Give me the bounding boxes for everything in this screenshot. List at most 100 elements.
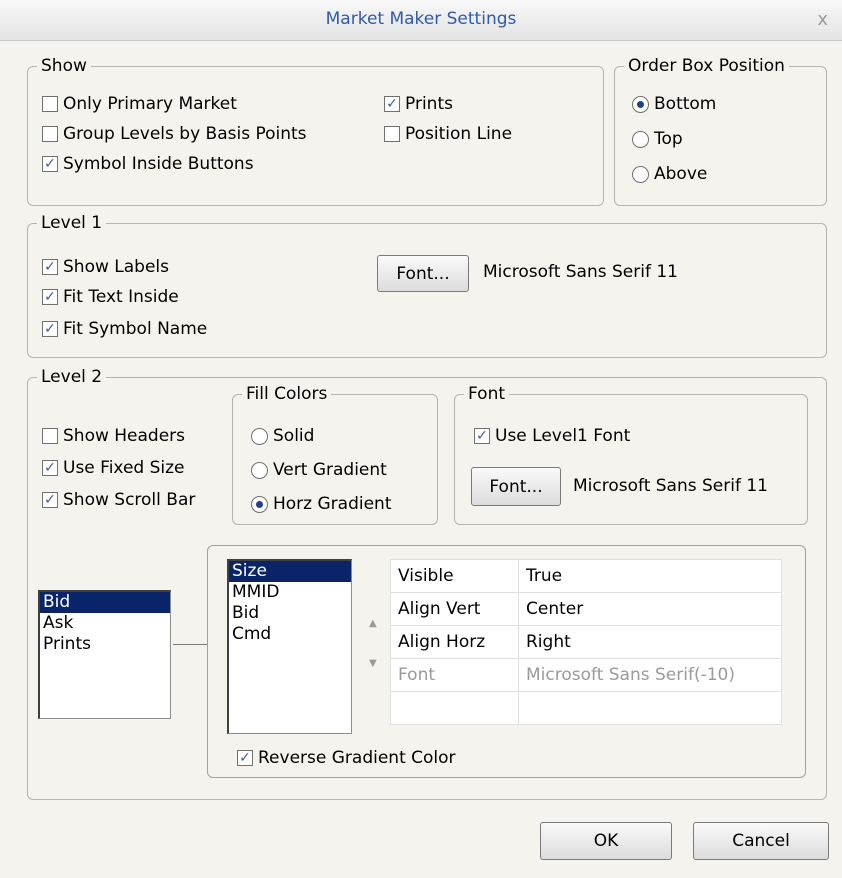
list-item[interactable]: MMID bbox=[229, 582, 351, 603]
property-value[interactable] bbox=[518, 691, 782, 725]
radio-circle[interactable] bbox=[632, 130, 649, 148]
property-grid: Visible True Align Vert Center Align Hor… bbox=[390, 559, 782, 725]
checkbox-box[interactable] bbox=[42, 428, 58, 444]
cancel-button[interactable]: Cancel bbox=[693, 822, 829, 860]
property-value[interactable]: Right bbox=[518, 625, 782, 659]
radio-circle[interactable] bbox=[251, 495, 268, 513]
symbol-inside-buttons-label: Symbol Inside Buttons bbox=[63, 154, 254, 174]
show-labels-checkbox[interactable]: ✓ Show Labels bbox=[42, 255, 169, 279]
checkbox-box[interactable]: ✓ bbox=[42, 460, 58, 476]
level2-font-button[interactable]: Font... bbox=[471, 467, 561, 506]
cancel-button-label: Cancel bbox=[732, 831, 790, 851]
dialog-window: Market Maker Settings x Show Only Primar… bbox=[0, 0, 842, 878]
property-value[interactable]: Microsoft Sans Serif(-10) bbox=[518, 658, 782, 692]
level2-legend: Level 2 bbox=[41, 367, 103, 387]
radio-circle[interactable] bbox=[632, 95, 649, 113]
checkbox-box[interactable]: ✓ bbox=[237, 750, 253, 766]
fill-vert-gradient-radio[interactable]: Vert Gradient bbox=[251, 458, 387, 482]
checkbox-box[interactable]: ✓ bbox=[42, 321, 58, 337]
use-level1-font-label: Use Level1 Font bbox=[495, 426, 631, 446]
fill-horz-gradient-label: Horz Gradient bbox=[273, 494, 392, 514]
checkbox-box[interactable]: ✓ bbox=[42, 259, 58, 275]
property-row[interactable]: Align Horz Right bbox=[390, 625, 782, 659]
checkbox-box[interactable]: ✓ bbox=[384, 96, 400, 112]
position-line-checkbox[interactable]: Position Line bbox=[384, 122, 512, 146]
symbol-inside-buttons-checkbox[interactable]: ✓ Symbol Inside Buttons bbox=[42, 152, 254, 176]
connector-line bbox=[173, 644, 207, 645]
property-key: Align Horz bbox=[390, 625, 519, 659]
checkbox-box[interactable] bbox=[42, 126, 58, 142]
side-listbox[interactable]: Bid Ask Prints bbox=[38, 590, 171, 719]
order-box-position-legend: Order Box Position bbox=[628, 56, 785, 76]
order-box-top-radio[interactable]: Top bbox=[632, 127, 683, 151]
close-icon[interactable]: x bbox=[817, 9, 828, 30]
property-row[interactable]: Font Microsoft Sans Serif(-10) bbox=[390, 658, 782, 692]
window-title: Market Maker Settings bbox=[325, 9, 517, 29]
only-primary-market-label: Only Primary Market bbox=[63, 94, 237, 114]
radio-circle[interactable] bbox=[251, 427, 268, 445]
level1-legend: Level 1 bbox=[41, 213, 103, 233]
prints-label: Prints bbox=[405, 94, 453, 114]
move-down-arrow-icon[interactable]: ▼ bbox=[369, 658, 377, 669]
list-item[interactable]: Bid bbox=[229, 603, 351, 624]
order-box-above-radio[interactable]: Above bbox=[632, 162, 707, 186]
order-box-above-label: Above bbox=[654, 164, 708, 184]
move-up-arrow-icon[interactable]: ▲ bbox=[369, 618, 377, 629]
level1-font-button[interactable]: Font... bbox=[377, 255, 469, 292]
order-box-bottom-label: Bottom bbox=[654, 94, 717, 114]
list-item[interactable]: Size bbox=[229, 561, 351, 582]
fit-text-inside-checkbox[interactable]: ✓ Fit Text Inside bbox=[42, 285, 179, 309]
position-line-label: Position Line bbox=[405, 124, 513, 144]
show-scroll-bar-checkbox[interactable]: ✓ Show Scroll Bar bbox=[42, 488, 195, 512]
level2-font-value: Microsoft Sans Serif 11 bbox=[573, 476, 768, 496]
property-key: Font bbox=[390, 658, 519, 692]
fill-solid-radio[interactable]: Solid bbox=[251, 424, 314, 448]
property-row[interactable]: Align Vert Center bbox=[390, 592, 782, 626]
use-fixed-size-checkbox[interactable]: ✓ Use Fixed Size bbox=[42, 456, 185, 480]
group-levels-checkbox[interactable]: Group Levels by Basis Points bbox=[42, 122, 307, 146]
prints-checkbox[interactable]: ✓ Prints bbox=[384, 92, 453, 116]
reverse-gradient-checkbox[interactable]: ✓ Reverse Gradient Color bbox=[237, 746, 456, 770]
fit-symbol-name-label: Fit Symbol Name bbox=[63, 319, 208, 339]
checkbox-box[interactable]: ✓ bbox=[474, 428, 490, 444]
level1-font-value: Microsoft Sans Serif 11 bbox=[483, 262, 678, 282]
level2-font-legend: Font bbox=[468, 384, 506, 404]
use-level1-font-checkbox[interactable]: ✓ Use Level1 Font bbox=[474, 424, 630, 448]
checkbox-box[interactable] bbox=[384, 126, 400, 142]
property-key: Align Vert bbox=[390, 592, 519, 626]
checkbox-box[interactable]: ✓ bbox=[42, 289, 58, 305]
fill-solid-label: Solid bbox=[273, 426, 315, 446]
column-listbox[interactable]: Size MMID Bid Cmd bbox=[227, 559, 352, 734]
show-headers-label: Show Headers bbox=[63, 426, 186, 446]
property-row[interactable] bbox=[390, 691, 782, 725]
only-primary-market-checkbox[interactable]: Only Primary Market bbox=[42, 92, 237, 116]
show-headers-checkbox[interactable]: Show Headers bbox=[42, 424, 185, 448]
list-item[interactable]: Cmd bbox=[229, 624, 351, 645]
reverse-gradient-label: Reverse Gradient Color bbox=[258, 748, 456, 768]
property-value[interactable]: True bbox=[518, 559, 782, 593]
checkbox-box[interactable] bbox=[42, 96, 58, 112]
checkbox-box[interactable]: ✓ bbox=[42, 492, 58, 508]
ok-button-label: OK bbox=[593, 831, 619, 851]
property-value[interactable]: Center bbox=[518, 592, 782, 626]
property-row[interactable]: Visible True bbox=[390, 559, 782, 593]
list-item[interactable]: Bid bbox=[40, 592, 170, 613]
order-box-top-label: Top bbox=[654, 129, 683, 149]
property-key bbox=[390, 691, 519, 725]
list-item[interactable]: Ask bbox=[40, 613, 170, 634]
fill-vert-gradient-label: Vert Gradient bbox=[273, 460, 387, 480]
ok-button[interactable]: OK bbox=[540, 822, 672, 860]
list-item[interactable]: Prints bbox=[40, 634, 170, 655]
radio-circle[interactable] bbox=[632, 165, 649, 183]
property-key: Visible bbox=[390, 559, 519, 593]
group-levels-label: Group Levels by Basis Points bbox=[63, 124, 307, 144]
show-scroll-bar-label: Show Scroll Bar bbox=[63, 490, 196, 510]
radio-circle[interactable] bbox=[251, 461, 268, 479]
show-labels-label: Show Labels bbox=[63, 257, 169, 277]
show-group-legend: Show bbox=[41, 56, 87, 76]
fill-horz-gradient-radio[interactable]: Horz Gradient bbox=[251, 492, 392, 516]
order-box-bottom-radio[interactable]: Bottom bbox=[632, 92, 716, 116]
fit-symbol-name-checkbox[interactable]: ✓ Fit Symbol Name bbox=[42, 317, 207, 341]
checkbox-box[interactable]: ✓ bbox=[42, 156, 58, 172]
fill-colors-legend: Fill Colors bbox=[246, 384, 328, 404]
